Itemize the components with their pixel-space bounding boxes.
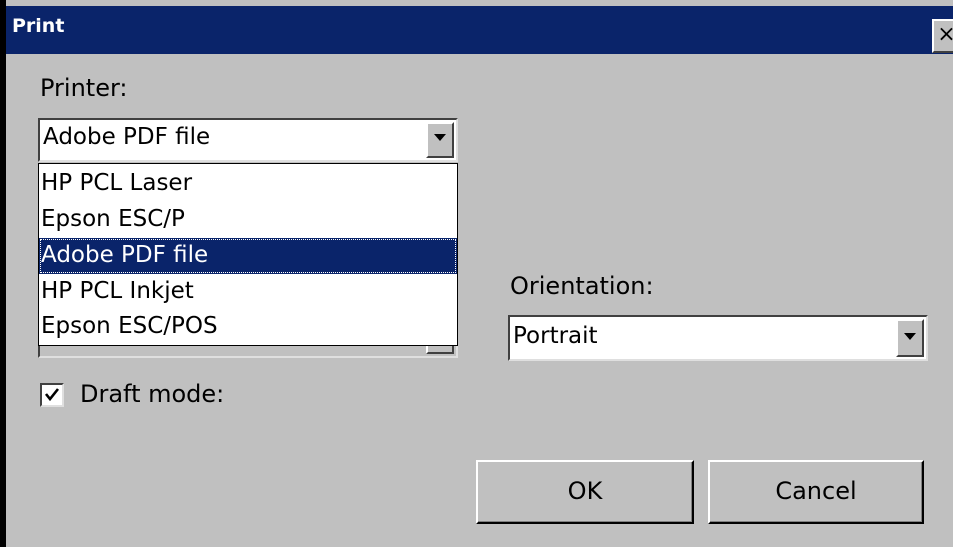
printer-option-selected[interactable]: Adobe PDF file — [39, 238, 457, 274]
printer-select[interactable]: Adobe PDF file — [38, 118, 458, 162]
printer-option[interactable]: Epson ESC/P — [39, 202, 457, 238]
window-title: Print — [12, 15, 65, 37]
printer-option[interactable]: HP PCL Laser — [39, 166, 457, 202]
ok-button[interactable]: OK — [476, 460, 694, 524]
chevron-down-icon — [434, 134, 446, 141]
cancel-button[interactable]: Cancel — [708, 460, 924, 524]
window-left-border — [0, 0, 6, 547]
orientation-label: Orientation: — [510, 272, 654, 300]
printer-label: Printer: — [40, 74, 128, 102]
orientation-dropdown-button[interactable] — [896, 319, 924, 357]
draft-mode-label[interactable]: Draft mode: — [80, 380, 224, 408]
printer-option[interactable]: Epson ESC/POS — [39, 309, 457, 345]
title-bar[interactable]: Print × — [6, 6, 953, 54]
orientation-select[interactable]: Portrait — [508, 315, 928, 361]
checkmark-icon — [44, 388, 60, 402]
print-dialog: Print × Printer: Adobe PDF file HP PCL L… — [0, 0, 953, 547]
printer-option[interactable]: HP PCL Inkjet — [39, 274, 457, 310]
close-button[interactable]: × — [932, 19, 953, 53]
draft-mode-checkbox[interactable] — [40, 383, 64, 407]
orientation-selected-value: Portrait — [513, 323, 598, 349]
close-icon: × — [937, 22, 953, 47]
chevron-down-icon — [904, 333, 916, 340]
printer-dropdown-button[interactable] — [426, 122, 454, 158]
printer-selected-value: Adobe PDF file — [43, 124, 211, 150]
printer-dropdown-list[interactable]: HP PCL Laser Epson ESC/P Adobe PDF file … — [38, 163, 458, 346]
